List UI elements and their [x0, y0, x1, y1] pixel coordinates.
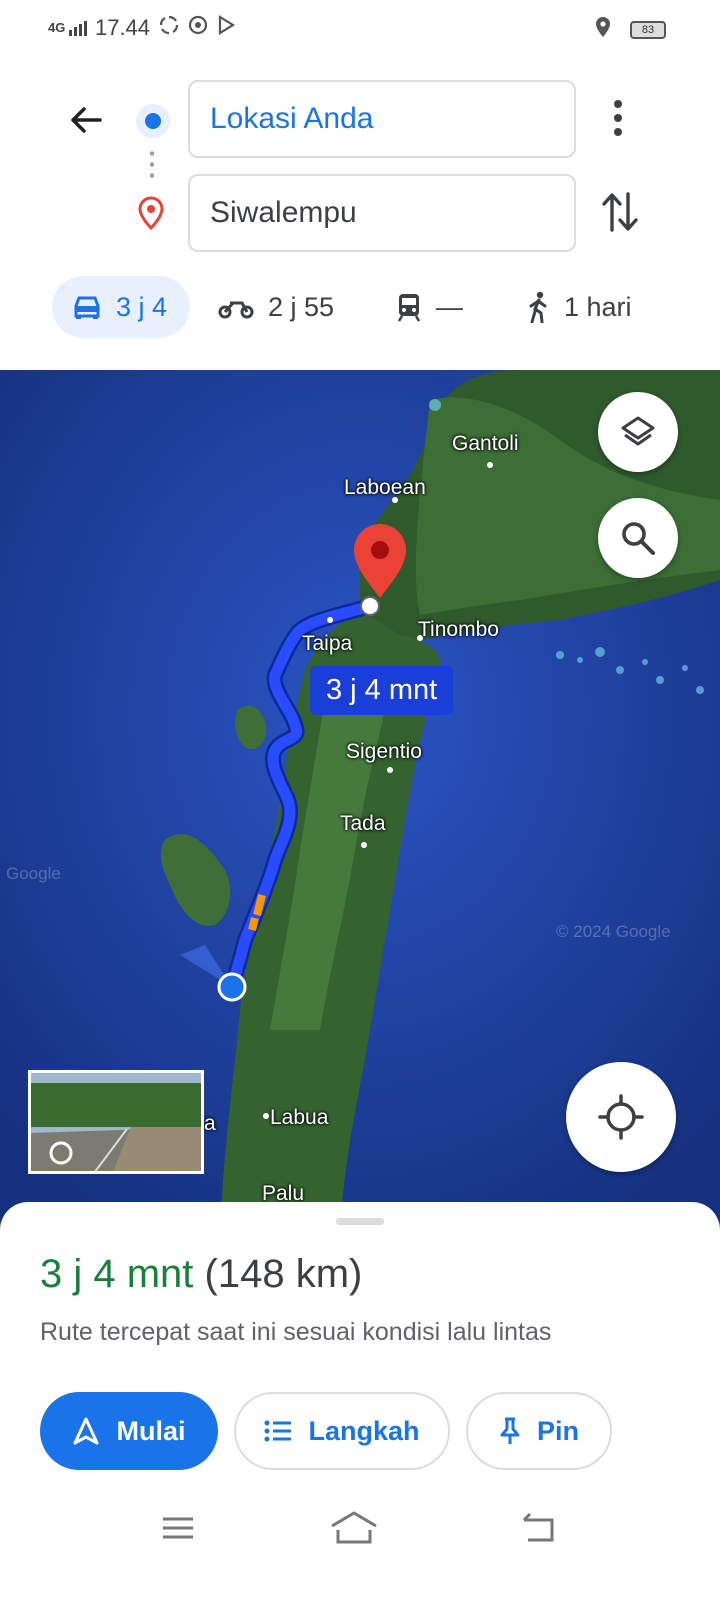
- street-view-image: [31, 1073, 201, 1171]
- route-description: Rute tercepat saat ini sesuai kondisi la…: [40, 1318, 552, 1346]
- route-duration: 3 j 4 mnt: [40, 1252, 194, 1296]
- status-bar: 4G 17.44 83: [0, 0, 720, 56]
- route-distance: (148 km): [204, 1252, 363, 1296]
- home-icon: [331, 1511, 377, 1544]
- battery-icon: 83: [630, 20, 666, 39]
- more-options-button[interactable]: [608, 96, 628, 140]
- destination-value: Siwalempu: [210, 196, 357, 229]
- tab-transit-label: —: [436, 291, 463, 322]
- navigation-arrow-icon: [73, 1417, 99, 1445]
- walk-icon: [529, 291, 547, 323]
- destination-pin-icon: [136, 196, 166, 231]
- car-icon: [74, 296, 100, 319]
- train-icon: [397, 294, 421, 322]
- system-navigation-bar: [0, 1494, 720, 1574]
- play-store-icon: [216, 15, 236, 41]
- start-label: Mulai: [116, 1415, 186, 1446]
- menu-nav-button[interactable]: [160, 1510, 196, 1551]
- network-label: 4G: [48, 19, 66, 35]
- map-label-gantoli: Gantoli: [452, 432, 519, 455]
- pin-button[interactable]: Pin: [466, 1392, 612, 1470]
- battery-level: 83: [641, 23, 655, 36]
- search-along-route-button[interactable]: [598, 498, 678, 578]
- location-icon: [594, 16, 612, 43]
- search-icon: [622, 522, 655, 555]
- back-button[interactable]: [64, 98, 108, 142]
- map-label-tinombo: Tinombo: [418, 618, 499, 641]
- route-summary: 3 j 4 mnt (148 km): [40, 1252, 362, 1297]
- arrow-left-icon: [71, 107, 102, 133]
- tab-transit[interactable]: —: [396, 276, 463, 338]
- my-location-button[interactable]: [566, 1062, 676, 1172]
- origin-value: Lokasi Anda: [210, 102, 374, 135]
- menu-icon: [163, 1517, 193, 1539]
- origin-dot-icon: [136, 104, 170, 138]
- street-view-thumbnail[interactable]: [28, 1070, 204, 1174]
- route-duration-badge[interactable]: 3 j 4 mnt: [310, 666, 454, 715]
- signal-icon: 4G: [48, 20, 87, 37]
- clock: 17.44: [94, 15, 151, 40]
- map-label-tada: Tada: [340, 812, 386, 835]
- chrome-icon: [188, 15, 208, 41]
- map-label-sigentio: Sigentio: [346, 740, 422, 763]
- list-icon: [264, 1420, 292, 1442]
- swap-button[interactable]: [600, 190, 640, 234]
- origin-field[interactable]: Lokasi Anda: [188, 80, 576, 158]
- pin-label: Pin: [536, 1415, 579, 1446]
- tab-car[interactable]: 3 j 4: [52, 276, 190, 338]
- map-view[interactable]: Gantoli Laboean Taipa Tinombo Sigentio T…: [0, 370, 720, 1230]
- back-nav-icon: [522, 1512, 554, 1542]
- swap-vert-icon: [602, 192, 638, 232]
- sync-icon: [158, 14, 180, 42]
- crosshair-icon: [598, 1094, 644, 1140]
- sheet-drag-handle[interactable]: [336, 1218, 384, 1225]
- back-nav-button[interactable]: [520, 1510, 556, 1551]
- route-dots-icon: [150, 148, 154, 182]
- pushpin-icon: [500, 1417, 520, 1444]
- tab-motorcycle-label: 2 j 55: [268, 291, 335, 322]
- map-watermark: © 2024 Google: [556, 922, 671, 941]
- steps-button[interactable]: Langkah: [234, 1392, 450, 1470]
- map-label-partial: a: [204, 1112, 216, 1135]
- travel-mode-tabs: 3 j 4 2 j 55 — 1 hari: [52, 276, 672, 338]
- motorcycle-icon: [218, 301, 254, 319]
- home-nav-button[interactable]: [330, 1510, 378, 1551]
- tab-motorcycle[interactable]: 2 j 55: [218, 276, 334, 338]
- destination-field[interactable]: Siwalempu: [188, 174, 576, 252]
- tab-car-label: 3 j 4: [116, 291, 168, 322]
- map-label-labua: Labua: [270, 1106, 329, 1129]
- map-watermark-left: Google: [6, 864, 61, 883]
- tab-walk-label: 1 hari: [564, 291, 632, 322]
- layers-button[interactable]: [598, 392, 678, 472]
- start-button[interactable]: Mulai: [40, 1392, 218, 1470]
- map-label-laboean: Laboean: [344, 476, 426, 499]
- layers-icon: [621, 416, 655, 446]
- steps-label: Langkah: [308, 1415, 420, 1446]
- map-label-taipa: Taipa: [302, 632, 353, 655]
- more-vert-icon: [614, 100, 622, 136]
- tab-walk[interactable]: 1 hari: [526, 276, 632, 338]
